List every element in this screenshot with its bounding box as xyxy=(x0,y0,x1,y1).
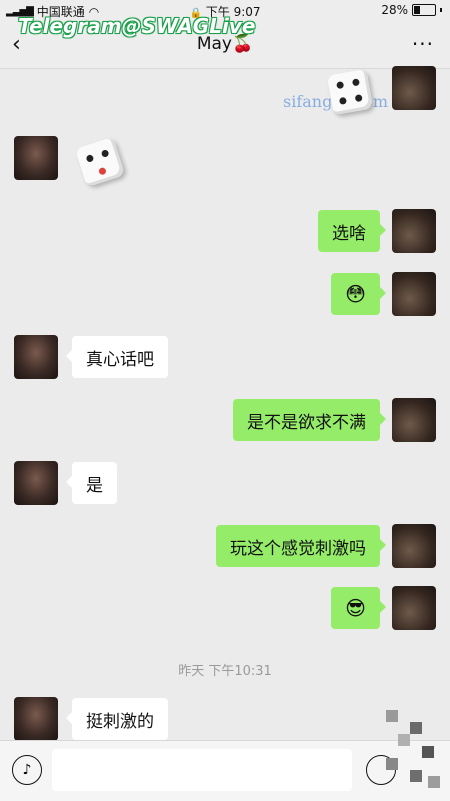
mosaic-tile xyxy=(386,758,398,770)
message-bubble-self[interactable]: 是不是欲求不满 xyxy=(233,399,386,441)
mosaic-tile xyxy=(428,776,440,788)
avatar-contact[interactable] xyxy=(14,335,58,379)
avatar-self[interactable] xyxy=(392,66,436,110)
message-bubble-self[interactable]: 玩这个感觉刺激吗 xyxy=(216,525,386,567)
avatar-contact[interactable] xyxy=(14,136,58,180)
dice-pip xyxy=(85,154,95,163)
avatar-self[interactable] xyxy=(392,586,436,630)
dice-pip xyxy=(338,96,347,105)
dice-message[interactable] xyxy=(326,68,374,116)
emoji-message-self[interactable]: 😎 xyxy=(331,587,386,629)
mosaic-watermark xyxy=(376,700,446,792)
mosaic-tile xyxy=(386,710,398,722)
battery-percent: 28% xyxy=(381,3,408,17)
avatar-self[interactable] xyxy=(392,272,436,316)
dice-pip xyxy=(336,81,345,90)
avatar-self[interactable] xyxy=(392,524,436,568)
avatar-contact[interactable] xyxy=(14,461,58,505)
message-bubble-contact[interactable]: 挺刺激的 xyxy=(66,698,168,740)
mosaic-tile xyxy=(410,722,422,734)
battery-fill xyxy=(414,6,420,14)
dice-pip xyxy=(98,166,107,176)
dice-pip xyxy=(100,149,110,158)
dice-message[interactable] xyxy=(74,136,126,188)
mosaic-tile xyxy=(422,746,434,758)
message-bubble-self[interactable]: 选啥 xyxy=(318,210,386,252)
emoji-message-self[interactable]: 😳 xyxy=(331,273,386,315)
mosaic-tile xyxy=(410,770,422,782)
watermark-telegram: Telegram@SWAGLive xyxy=(18,14,256,38)
dice-pip xyxy=(354,94,363,103)
more-options-button[interactable]: ··· xyxy=(412,32,434,56)
voice-icon[interactable]: ♪ xyxy=(12,755,42,785)
avatar-self[interactable] xyxy=(392,209,436,253)
dice-pip xyxy=(351,78,360,87)
message-input[interactable] xyxy=(52,749,352,791)
message-bubble-contact[interactable]: 是 xyxy=(66,462,117,504)
battery-icon xyxy=(412,4,436,16)
mosaic-tile xyxy=(398,734,410,746)
message-timestamp: 昨天 下午10:31 xyxy=(178,664,272,679)
avatar-contact[interactable] xyxy=(14,697,58,741)
message-bubble-contact[interactable]: 真心话吧 xyxy=(66,336,168,378)
battery-cap xyxy=(440,8,442,12)
status-right: 28% xyxy=(381,3,442,17)
avatar-self[interactable] xyxy=(392,398,436,442)
